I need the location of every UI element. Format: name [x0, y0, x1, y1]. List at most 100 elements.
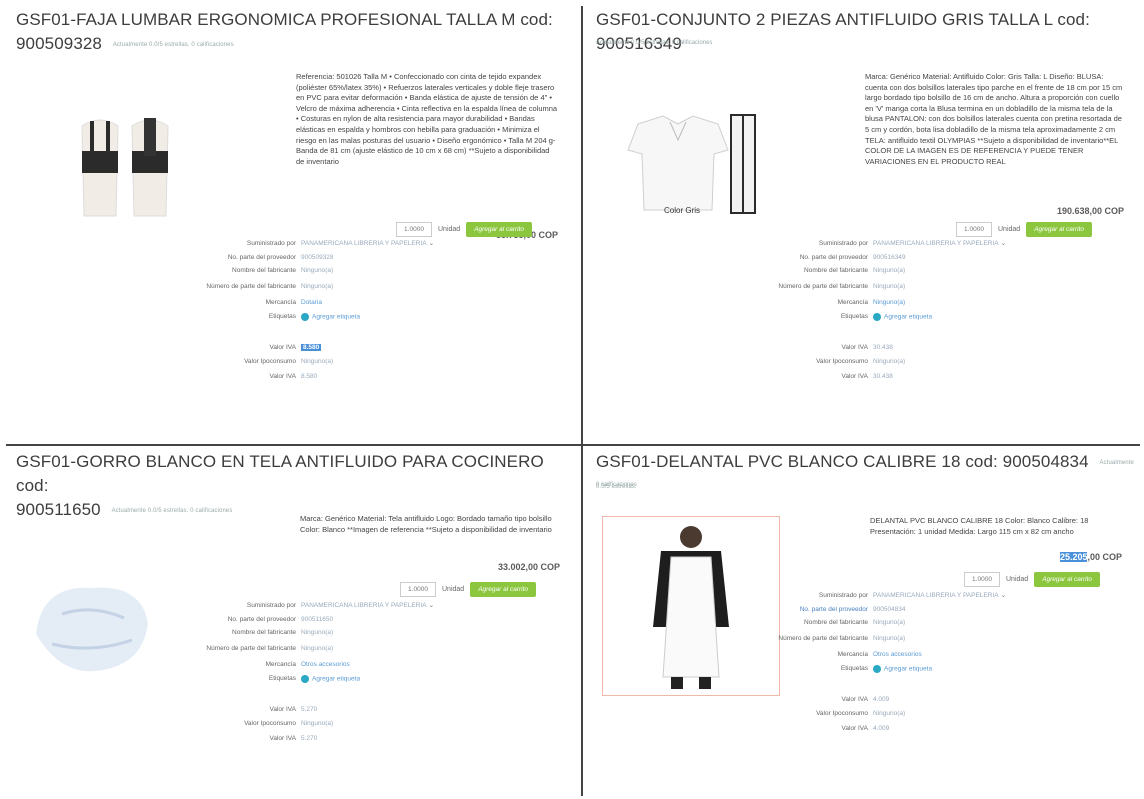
attr-ipoconsumo: Valor Ipoconsumo Ninguno(a)	[816, 710, 906, 718]
merchandise-link[interactable]: Otros accesorios	[301, 661, 350, 670]
chevron-down-icon[interactable]: ⌄	[1001, 240, 1006, 247]
product-title[interactable]: GSF01-GORRO BLANCO EN TELA ANTIFLUIDO PA…	[16, 450, 576, 523]
attr-manufacturer-part: Número de parte del fabricante Ninguno(a)	[206, 282, 334, 290]
product-price: 33.002,00 COP	[497, 562, 560, 572]
attr-ipoconsumo: Valor Ipoconsumo Ninguno(a)	[816, 358, 906, 366]
attr-supplier: Suministrado por PANAMERICANA LIBRERIA Y …	[246, 240, 435, 247]
product-image[interactable]	[603, 517, 779, 695]
attr-supplier-part: No. parte del proveedor 900511650	[227, 615, 334, 623]
chevron-down-icon[interactable]: ⌄	[429, 602, 434, 609]
attr-merchandise: Mercancía Ninguno(a)	[837, 299, 906, 308]
rating-text: Actualmente 0.0/5 estrellas. 0 calificac…	[596, 40, 713, 46]
merchandise-link[interactable]: Dotaria	[301, 299, 322, 308]
attr-manufacturer: Nombre del fabricante Ninguno(a)	[232, 629, 334, 636]
product-card-faja: GSF01-FAJA LUMBAR ERGONOMICA PROFESIONAL…	[10, 6, 578, 442]
quantity-input[interactable]: 1.0000	[400, 582, 436, 597]
add-tag-link[interactable]: Agregar etiqueta	[884, 665, 932, 672]
product-image-frame[interactable]	[602, 516, 780, 696]
supplier-select[interactable]: PANAMERICANA LIBRERIA Y PAPELERIA	[873, 240, 999, 247]
add-to-cart-row: 1.0000 Unidad Agregar al carrito	[956, 222, 1093, 237]
attr-iva: Valor IVA 4.009	[841, 695, 890, 703]
attr-supplier-part: No. parte del proveedor 900509328	[227, 253, 334, 261]
unit-label: Unidad	[1006, 576, 1029, 583]
product-price: 190.638,00 COP	[1056, 206, 1124, 216]
supplier-select[interactable]: PANAMERICANA LIBRERIA Y PAPELERIA	[301, 240, 427, 247]
attr-iva: Valor IVA 8.580	[269, 343, 322, 351]
attr-manufacturer: Nombre del fabricante Ninguno(a)	[804, 267, 906, 274]
product-title-line1[interactable]: GSF01-DELANTAL PVC BLANCO CALIBRE 18 cod…	[596, 452, 1089, 471]
product-code[interactable]: 900509328	[16, 34, 102, 53]
attr-supplier: Suministrado por PANAMERICANA LIBRERIA Y …	[818, 240, 1007, 247]
product-image[interactable]	[32, 574, 152, 686]
vertical-divider	[581, 6, 583, 796]
product-title-line1[interactable]: GSF01-GORRO BLANCO EN TELA ANTIFLUIDO PA…	[16, 452, 544, 495]
unit-label: Unidad	[998, 226, 1021, 233]
attr-merchandise: Mercancía Otros accesorios	[837, 651, 922, 660]
attr-manufacturer-part: Número de parte del fabricante Ninguno(a)	[778, 634, 906, 642]
unit-label: Unidad	[438, 226, 461, 233]
attr-supplier-part: No. parte del proveedor 900516349	[799, 253, 906, 261]
attr-ipoconsumo: Valor Ipoconsumo Ninguno(a)	[244, 358, 334, 366]
add-to-cart-button[interactable]: Agregar al carrito	[1034, 572, 1101, 587]
add-to-cart-button[interactable]: Agregar al carrito	[1026, 222, 1093, 237]
attr-manufacturer: Nombre del fabricante Ninguno(a)	[232, 267, 334, 274]
product-description: DELANTAL PVC BLANCO CALIBRE 18 Color: Bl…	[870, 516, 1089, 536]
product-attributes: Suministrado por PANAMERICANA LIBRERIA Y …	[206, 602, 434, 743]
attr-supplier: Suministrado por PANAMERICANA LIBRERIA Y …	[818, 592, 1007, 599]
add-to-cart-row: 1.0000 Unidad Agregar al carrito	[400, 582, 537, 597]
product-attributes: Suministrado por PANAMERICANA LIBRERIA Y …	[206, 240, 434, 381]
quantity-input[interactable]: 1.0000	[956, 222, 992, 237]
quantity-input[interactable]: 1.0000	[396, 222, 432, 237]
product-grid: GSF01-FAJA LUMBAR ERGONOMICA PROFESIONAL…	[0, 0, 1144, 799]
supplier-select[interactable]: PANAMERICANA LIBRERIA Y PAPELERIA	[301, 602, 427, 609]
product-price: 25.205,00 COP	[1059, 552, 1122, 562]
image-caption: Color Gris	[664, 206, 701, 215]
attr-manufacturer-part: Número de parte del fabricante Ninguno(a)	[206, 644, 334, 652]
rating-text: Actualmente 0.0/5 estrellas. 0 calificac…	[112, 41, 234, 48]
add-to-cart-button[interactable]: Agregar al carrito	[466, 222, 533, 237]
add-tag-link[interactable]: Agregar etiqueta	[312, 675, 360, 682]
product-attributes: Suministrado por PANAMERICANA LIBRERIA Y …	[778, 240, 1006, 381]
merchandise-link[interactable]: Ninguno(a)	[873, 299, 905, 308]
tag-icon[interactable]	[873, 312, 881, 321]
merchandise-link[interactable]: Otros accesorios	[873, 651, 922, 660]
attr-iva-total: Valor IVA 5.270	[269, 734, 318, 742]
product-image[interactable]	[70, 106, 180, 221]
product-image[interactable]	[618, 110, 758, 220]
attr-iva: Valor IVA 5.270	[269, 705, 318, 713]
add-to-cart-row: 1.0000 Unidad Agregar al carrito	[964, 572, 1101, 587]
attr-iva-total: Valor IVA 30.438	[841, 372, 893, 380]
product-description: Marca: Genérico Material: Antifluido Col…	[865, 72, 1123, 166]
tag-icon[interactable]	[301, 674, 309, 683]
add-to-cart-row: 1.0000 Unidad Agregar al carrito	[396, 222, 533, 237]
attr-supplier: Suministrado por PANAMERICANA LIBRERIA Y …	[246, 602, 435, 609]
attr-supplier-part: No. parte del proveedor 900504834	[799, 605, 906, 613]
product-title[interactable]: GSF01-DELANTAL PVC BLANCO CALIBRE 18 cod…	[596, 450, 1140, 499]
product-code[interactable]: 900511650	[16, 500, 101, 519]
tag-icon[interactable]	[873, 664, 881, 673]
product-description: Marca: Genérico Material: Tela antifluid…	[300, 514, 552, 534]
attr-merchandise: Mercancía Dotaria	[265, 299, 322, 308]
quantity-input[interactable]: 1.0000	[964, 572, 1000, 587]
attr-tags: Etiquetas Agregar etiqueta	[268, 312, 361, 321]
attr-manufacturer-part: Número de parte del fabricante Ninguno(a)	[778, 282, 906, 290]
chevron-down-icon[interactable]: ⌄	[429, 240, 434, 247]
price-highlighted: 25.205	[1059, 552, 1088, 562]
chevron-down-icon[interactable]: ⌄	[1001, 592, 1006, 599]
product-card-gorro: GSF01-GORRO BLANCO EN TELA ANTIFLUIDO PA…	[10, 448, 578, 794]
iva-value: 8.580	[301, 343, 322, 351]
product-title[interactable]: GSF01-FAJA LUMBAR ERGONOMICA PROFESIONAL…	[16, 8, 576, 57]
attr-iva-total: Valor IVA 4.009	[841, 724, 890, 732]
product-title-line1[interactable]: GSF01-FAJA LUMBAR ERGONOMICA PROFESIONAL…	[16, 10, 553, 29]
add-to-cart-button[interactable]: Agregar al carrito	[470, 582, 537, 597]
add-tag-link[interactable]: Agregar etiqueta	[884, 313, 932, 320]
add-tag-link[interactable]: Agregar etiqueta	[312, 313, 360, 320]
attr-merchandise: Mercancía Otros accesorios	[265, 661, 350, 670]
rating-count: 0 calificaciones	[596, 482, 637, 488]
supplier-select[interactable]: PANAMERICANA LIBRERIA Y PAPELERIA	[873, 592, 999, 599]
product-description: Referencia: 501026 Talla M • Confecciona…	[296, 72, 558, 166]
product-title[interactable]: GSF01-CONJUNTO 2 PIEZAS ANTIFLUIDO GRIS …	[596, 8, 1140, 56]
attr-tags: Etiquetas Agregar etiqueta	[840, 312, 933, 321]
tag-icon[interactable]	[301, 312, 309, 321]
product-card-conjunto: GSF01-CONJUNTO 2 PIEZAS ANTIFLUIDO GRIS …	[590, 6, 1140, 442]
